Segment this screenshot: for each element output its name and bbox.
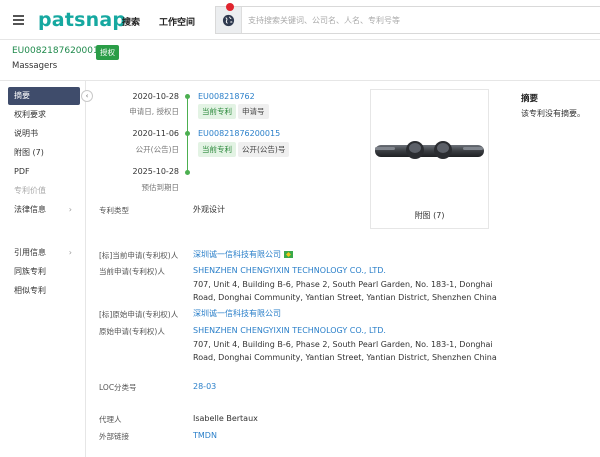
patsnap-logo[interactable]: patsnap xyxy=(38,9,126,31)
massager-figure xyxy=(375,141,484,159)
nav-workspace[interactable]: 工作空间 xyxy=(159,15,195,28)
agent-label: 代理人 xyxy=(99,415,122,424)
top-header: patsnap 搜索 工作空间 xyxy=(0,0,600,40)
std-current-assignee-link[interactable]: 深圳诚一信科技有限公司 xyxy=(193,250,281,259)
current-assignee-address: Road, Donghai Community, Yantian Street,… xyxy=(193,293,497,302)
timeline-date: 2020-11-06 xyxy=(132,129,180,138)
current-assignee-label: 当前申请(专利权)人 xyxy=(99,267,165,276)
timeline-date: 2025-10-28 xyxy=(132,167,180,176)
collapse-sidebar-button[interactable]: ‹ xyxy=(81,90,93,102)
original-assignee-address: Road, Donghai Community, Yantian Street,… xyxy=(193,353,497,362)
sidebar-item-label: 摘要 xyxy=(14,91,30,100)
search-bar xyxy=(215,3,600,34)
application-number-link[interactable]: EU008218762 xyxy=(198,92,255,101)
timeline-dot xyxy=(185,94,190,99)
abstract-text: 该专利没有摘要。 xyxy=(521,109,585,118)
sidebar-item-abstract[interactable]: 摘要 xyxy=(8,87,80,105)
status-badge: 授权 xyxy=(96,45,119,60)
application-number-tag: 申请号 xyxy=(238,104,269,119)
loc-label: LOC分类号 xyxy=(99,383,137,392)
sidebar-item-citations[interactable]: 引用信息 › xyxy=(10,244,80,262)
sidebar-item-label: 同族专利 xyxy=(14,267,46,276)
timeline-dot xyxy=(185,170,190,175)
sidebar-item-description[interactable]: 说明书 xyxy=(10,125,80,143)
globe-button[interactable] xyxy=(216,3,242,33)
sidebar-item-similar[interactable]: 相似专利 xyxy=(10,282,80,300)
sidebar-item-figures[interactable]: 附图 (7) xyxy=(10,144,80,162)
sidebar-item-claims[interactable]: 权利要求 xyxy=(10,106,80,124)
assignee-flag-icon xyxy=(284,251,293,258)
sidebar-item-label: 附图 (7) xyxy=(14,148,44,157)
notification-dot xyxy=(226,3,234,11)
sidebar-item-pdf[interactable]: PDF xyxy=(10,163,80,181)
external-link-label: 外部链接 xyxy=(99,432,129,441)
timeline-label: 预估到期日 xyxy=(141,183,180,192)
search-input[interactable] xyxy=(248,7,588,33)
sidebar-item-label: 权利要求 xyxy=(14,110,46,119)
sidebar-item-label: 引用信息 xyxy=(14,248,46,257)
figure-caption: 附图 (7) xyxy=(414,211,445,220)
original-assignee-link[interactable]: SHENZHEN CHENGYIXIN TECHNOLOGY CO., LTD. xyxy=(193,324,386,337)
timeline-date: 2020-10-28 xyxy=(132,92,180,101)
sidebar-item-label: PDF xyxy=(14,167,30,176)
current-assignee-link[interactable]: SHENZHEN CHENGYIXIN TECHNOLOGY CO., LTD. xyxy=(193,264,386,277)
timeline-dot xyxy=(185,131,190,136)
sidebar-item-label: 说明书 xyxy=(14,129,38,138)
patent-type-label: 专利类型 xyxy=(99,206,129,215)
original-assignee-address: 707, Unit 4, Building B-6, Phase 2, Sout… xyxy=(193,340,493,349)
agent-value: Isabelle Bertaux xyxy=(193,414,258,423)
sidebar-item-legal-info[interactable]: 法律信息 › xyxy=(10,201,80,219)
sidebar-item-family[interactable]: 同族专利 xyxy=(10,263,80,281)
std-original-assignee-link[interactable]: 深圳诚一信科技有限公司 xyxy=(193,307,281,320)
external-link-tmdn[interactable]: TMDN xyxy=(193,429,217,442)
sidebar-item-label: 专利价值 xyxy=(14,186,46,195)
patent-title: Massagers xyxy=(12,61,58,71)
hamburger-menu-icon[interactable] xyxy=(13,15,24,25)
current-patent-tag: 当前专利 xyxy=(198,104,236,119)
abstract-title: 摘要 xyxy=(521,94,539,104)
nav-search[interactable]: 搜索 xyxy=(122,15,140,28)
std-current-assignee-row: 深圳诚一信科技有限公司 xyxy=(193,248,293,261)
chevron-left-icon: ‹ xyxy=(85,91,89,100)
globe-icon xyxy=(222,14,235,26)
std-original-assignee-label: [标]原始申请(专利权)人 xyxy=(99,310,179,319)
patent-number: EU00821876200015 xyxy=(12,46,105,56)
loc-link[interactable]: 28-03 xyxy=(193,380,216,393)
current-patent-tag: 当前专利 xyxy=(198,142,236,157)
current-assignee-address: 707, Unit 4, Building B-6, Phase 2, Sout… xyxy=(193,280,493,289)
sidebar-item-patent-value: 专利价值 xyxy=(10,182,80,200)
publication-number-link[interactable]: EU00821876200015 xyxy=(198,129,280,138)
timeline-label: 公开(公告)日 xyxy=(135,145,179,154)
patent-type-value: 外观设计 xyxy=(193,205,225,214)
title-divider xyxy=(0,80,600,81)
timeline-label: 申请日, 授权日 xyxy=(129,107,179,116)
chevron-right-icon: › xyxy=(68,248,72,257)
figure-thumbnail[interactable]: 附图 (7) xyxy=(370,89,489,229)
original-assignee-label: 原始申请(专利权)人 xyxy=(99,327,165,336)
sidebar-item-label: 法律信息 xyxy=(14,205,46,214)
sidebar-item-label: 相似专利 xyxy=(14,286,46,295)
std-current-assignee-label: [标]当前申请(专利权)人 xyxy=(99,251,179,260)
chevron-right-icon: › xyxy=(68,205,72,214)
publication-number-tag: 公开(公告)号 xyxy=(238,142,290,157)
